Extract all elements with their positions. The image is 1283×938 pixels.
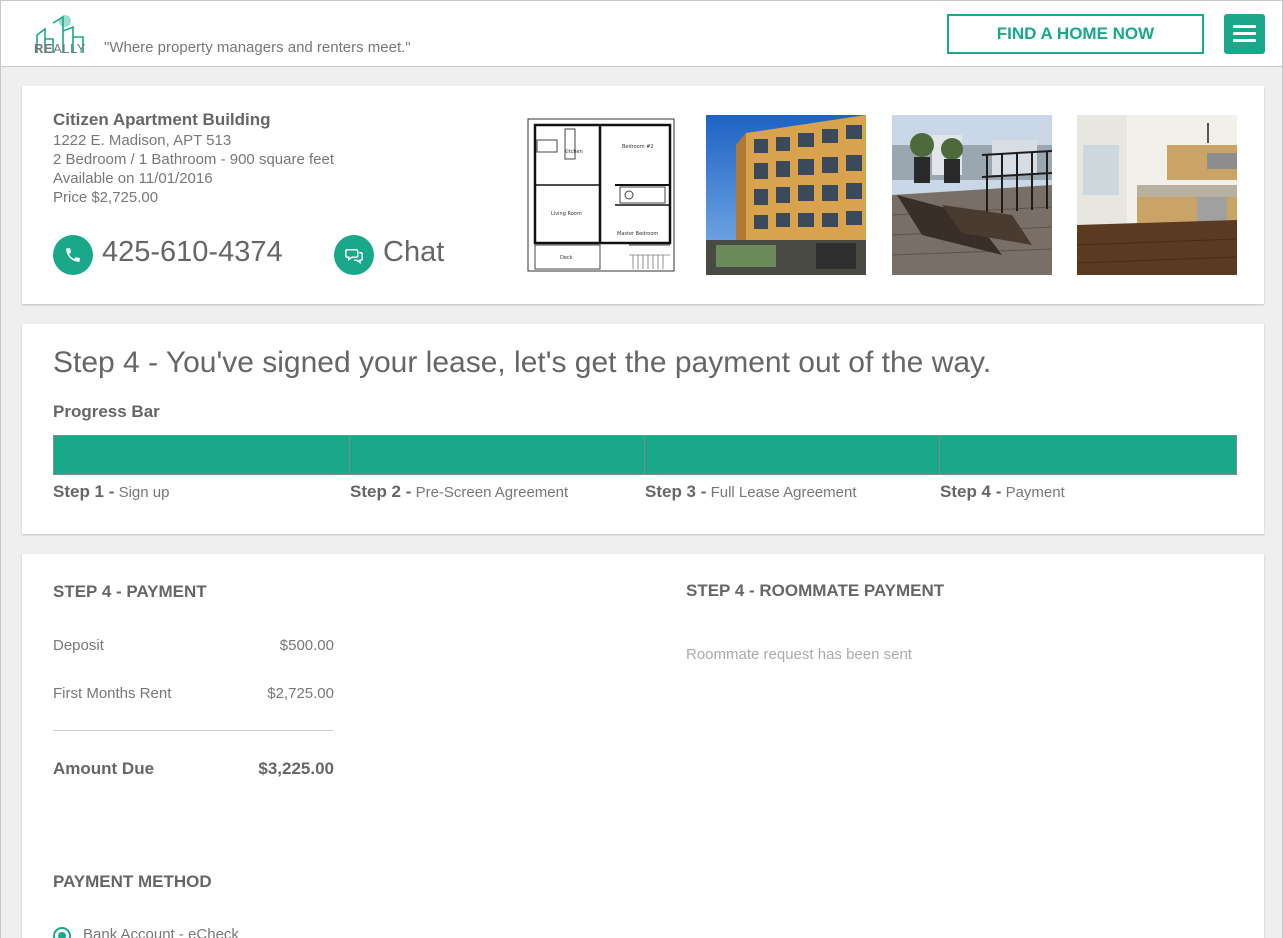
address: 1222 E. Madison, APT 513 [53, 132, 232, 149]
divider [53, 730, 333, 731]
floorplan-living-label: Living Room [551, 211, 582, 217]
roommate-status: Roommate request has been sent [686, 646, 912, 663]
floorplan-kitchen-label: Kitchen [564, 149, 583, 155]
step-2-label: Step 2 - Pre-Screen Agreement [350, 482, 568, 502]
step-4-name: Payment [1005, 484, 1065, 501]
deck-photo[interactable] [892, 115, 1052, 275]
echeck-label[interactable]: Bank Account - eCheck [83, 926, 239, 938]
logo-thin: ALLY [53, 41, 86, 56]
logo-bold: RE [34, 41, 54, 56]
roommate-heading: STEP 4 - ROOMMATE PAYMENT [686, 581, 945, 600]
step-2-name: Pre-Screen Agreement [415, 484, 569, 501]
available-date: Available on 11/01/2016 [53, 170, 213, 187]
step-3-number: Step 3 - [645, 482, 707, 501]
first-rent-label: First Months Rent [53, 685, 172, 702]
step-4-label: Step 4 - Payment [940, 482, 1065, 502]
progress-bar-label: Progress Bar [53, 402, 160, 421]
payment-heading: STEP 4 - PAYMENT [53, 582, 207, 601]
phone-button[interactable] [53, 235, 93, 275]
progress-segment-2 [350, 436, 645, 474]
amount-due-value: $3,225.00 [258, 759, 334, 778]
first-rent-value: $2,725.00 [267, 685, 334, 702]
progress-segment-3 [645, 436, 940, 474]
progress-card: Step 4 - You've signed your lease, let's… [22, 324, 1264, 534]
top-header: REALLY "Where property managers and rent… [1, 0, 1282, 67]
building-name: Citizen Apartment Building [53, 110, 271, 129]
unit-details: 2 Bedroom / 1 Bathroom - 900 square feet [53, 151, 334, 168]
amount-due-label: Amount Due [53, 759, 155, 778]
payment-card: STEP 4 - PAYMENT Deposit $500.00 First M… [22, 554, 1264, 938]
page-title: Step 4 - You've signed your lease, let's… [53, 346, 992, 379]
price: Price $2,725.00 [53, 189, 159, 206]
deposit-value: $500.00 [279, 637, 334, 654]
phone-icon [66, 248, 80, 262]
menu-button[interactable] [1224, 14, 1265, 54]
deposit-label: Deposit [53, 637, 104, 654]
echeck-radio[interactable] [53, 927, 71, 938]
step-2-number: Step 2 - [350, 482, 412, 501]
find-home-button[interactable]: FIND A HOME NOW [947, 14, 1204, 54]
floorplan-deck-label: Deck [560, 255, 573, 261]
floorplan-master-label: Master Bedroom [617, 231, 658, 237]
phone-number[interactable]: 425-610-4374 [102, 236, 283, 269]
chat-button[interactable] [334, 235, 374, 275]
chat-label[interactable]: Chat [383, 236, 444, 269]
progress-bar [53, 435, 1237, 475]
tagline: "Where property managers and renters mee… [104, 39, 411, 56]
step-4-number: Step 4 - [940, 482, 1002, 501]
kitchen-photo[interactable] [1077, 115, 1237, 275]
floorplan-bedroom2-label: Bedroom #2 [622, 144, 654, 150]
step-3-name: Full Lease Agreement [710, 484, 857, 501]
chat-icon [345, 249, 363, 264]
progress-segment-1 [54, 436, 350, 474]
building-photo[interactable] [706, 115, 866, 275]
step-1-number: Step 1 - [53, 482, 115, 501]
listing-card: Citizen Apartment Building 1222 E. Madis… [22, 86, 1264, 304]
step-1-label: Step 1 - Sign up [53, 482, 169, 502]
logo-wordmark[interactable]: REALLY [34, 41, 86, 56]
step-1-name: Sign up [118, 484, 170, 501]
floorplan-thumbnail[interactable]: Kitchen Bedroom #2 Living Room Master Be… [525, 115, 685, 275]
payment-method-heading: PAYMENT METHOD [53, 872, 212, 891]
step-3-label: Step 3 - Full Lease Agreement [645, 482, 857, 502]
